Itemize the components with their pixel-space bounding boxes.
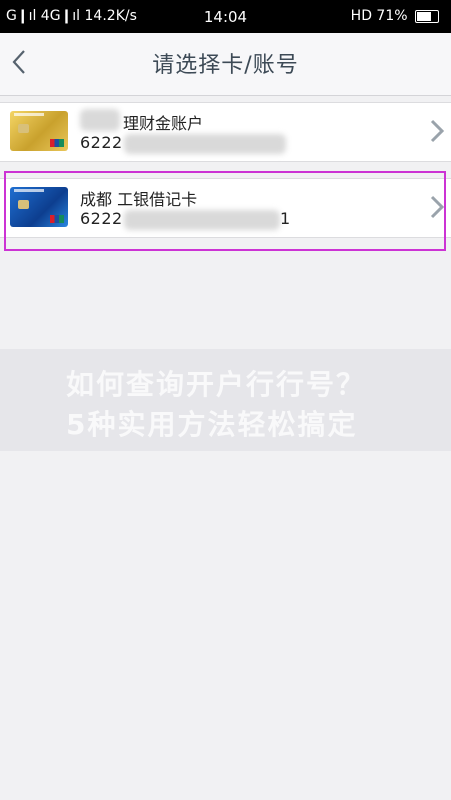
watermark-line-2: 5种实用方法轻松搞定 xyxy=(66,408,358,441)
watermark-line-1: 如何查询开户行行号？ xyxy=(66,368,367,401)
nav-bar: 请选择卡/账号 xyxy=(0,33,451,96)
hd-battery-text: HD 71% xyxy=(350,8,408,24)
masked-text xyxy=(80,109,120,131)
page-title: 请选择卡/账号 xyxy=(152,53,299,78)
account-number: 6222 xyxy=(80,133,123,152)
masked-number xyxy=(124,134,286,154)
selection-highlight xyxy=(4,171,446,251)
status-right: HD 71% xyxy=(351,8,439,24)
chevron-right-icon xyxy=(430,119,445,143)
account-name: 理财金账户 xyxy=(123,114,204,133)
watermark-banner: 如何查询开户行行号？ 5种实用方法轻松搞定 xyxy=(0,349,451,451)
status-bar: G❙ıl 4G❙ıl 14.2K/s 14:04 HD 71% xyxy=(0,0,451,33)
bank-card-icon xyxy=(10,111,68,151)
account-item-wealth[interactable]: 理财金账户 6222 xyxy=(0,102,451,162)
battery-icon xyxy=(415,9,439,23)
